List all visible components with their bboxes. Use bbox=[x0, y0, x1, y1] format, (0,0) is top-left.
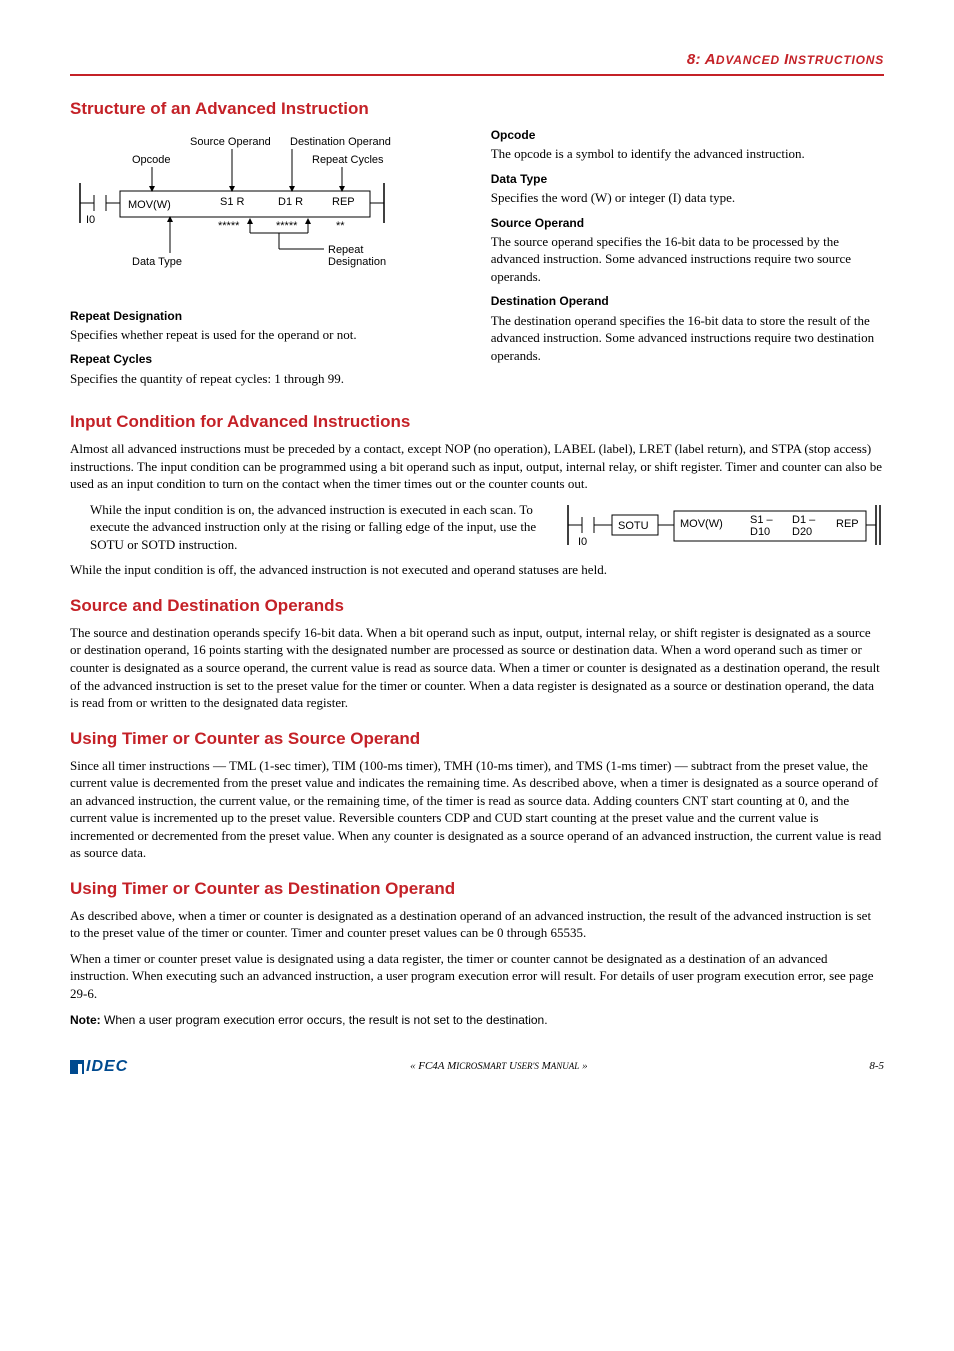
chapter-header: 8: ADVANCED INSTRUCTIONS bbox=[70, 50, 884, 76]
label-repeat-designation1: Repeat bbox=[328, 244, 363, 256]
lad-d20: D20 bbox=[792, 526, 812, 538]
p-input-cond-3: While the input condition is off, the ad… bbox=[70, 561, 884, 579]
section-input-condition: Input Condition for Advanced Instruction… bbox=[70, 411, 884, 434]
footer-manual: « FC4A MICROSMART USER'S MANUAL » bbox=[128, 1059, 869, 1074]
structure-diagram: Source Operand Destination Operand Opcod… bbox=[70, 133, 461, 298]
label-opcode: Opcode bbox=[132, 154, 171, 166]
label-destination-operand: Destination Operand bbox=[290, 136, 391, 148]
idec-text: IDEC bbox=[86, 1056, 128, 1078]
stars-rep: ** bbox=[336, 220, 345, 232]
lad-d1: D1 – bbox=[792, 514, 816, 526]
lad-rep: REP bbox=[836, 518, 859, 530]
section-timer-source: Using Timer or Counter as Source Operand bbox=[70, 728, 884, 751]
lad-i0: I0 bbox=[578, 536, 587, 548]
p-repeat-designation: Specifies whether repeat is used for the… bbox=[70, 326, 461, 344]
h-repeat-designation: Repeat Designation bbox=[70, 308, 461, 324]
h-destination-operand: Destination Operand bbox=[491, 293, 884, 309]
lad-sotu: SOTU bbox=[618, 520, 649, 532]
note-line: Note: When a user program execution erro… bbox=[70, 1011, 884, 1029]
note-text: When a user program execution error occu… bbox=[101, 1013, 548, 1027]
stars-d1: ***** bbox=[276, 220, 298, 232]
chapter-title-rest2: NSTRUCTIONS bbox=[789, 53, 884, 67]
page-footer: IDEC « FC4A MICROSMART USER'S MANUAL » 8… bbox=[70, 1056, 884, 1078]
lad-mov: MOV(W) bbox=[680, 518, 723, 530]
p-timer-dest-1: As described above, when a timer or coun… bbox=[70, 907, 884, 942]
p-timer-source: Since all timer instructions — TML (1-se… bbox=[70, 757, 884, 862]
p-source-dest: The source and destination operands spec… bbox=[70, 624, 884, 712]
idec-icon bbox=[70, 1060, 84, 1074]
p-input-cond-2: While the input condition is on, the adv… bbox=[90, 501, 544, 554]
label-repeat-designation2: Designation bbox=[328, 256, 386, 268]
lad-d10: D10 bbox=[750, 526, 770, 538]
p-destination-operand: The destination operand specifies the 16… bbox=[491, 312, 884, 365]
idec-logo: IDEC bbox=[70, 1056, 128, 1078]
chapter-number: 8: bbox=[687, 51, 701, 68]
p-input-cond-1: Almost all advanced instructions must be… bbox=[70, 440, 884, 493]
label-data-type: Data Type bbox=[132, 256, 182, 268]
ladder-diagram: I0 SOTU MOV(W) S1 – D10 D1 – D20 REP bbox=[564, 501, 884, 558]
note-label: Note: bbox=[70, 1013, 101, 1027]
section-structure: Structure of an Advanced Instruction bbox=[70, 98, 884, 121]
p-repeat-cycles: Specifies the quantity of repeat cycles:… bbox=[70, 370, 461, 388]
label-source-operand: Source Operand bbox=[190, 136, 271, 148]
box-mov: MOV(W) bbox=[128, 199, 171, 211]
footer-page: 8-5 bbox=[869, 1059, 884, 1074]
box-rep: REP bbox=[332, 196, 355, 208]
h-opcode: Opcode bbox=[491, 127, 884, 143]
p-source-operand: The source operand specifies the 16-bit … bbox=[491, 233, 884, 286]
stars-s1: ***** bbox=[218, 220, 240, 232]
label-repeat-cycles: Repeat Cycles bbox=[312, 154, 384, 166]
chapter-title-a: A bbox=[705, 51, 716, 68]
section-source-dest: Source and Destination Operands bbox=[70, 595, 884, 618]
section-timer-dest: Using Timer or Counter as Destination Op… bbox=[70, 878, 884, 901]
h-data-type: Data Type bbox=[491, 171, 884, 187]
p-data-type: Specifies the word (W) or integer (I) da… bbox=[491, 189, 884, 207]
box-d1r: D1 R bbox=[278, 196, 303, 208]
p-timer-dest-2: When a timer or counter preset value is … bbox=[70, 950, 884, 1003]
p-opcode: The opcode is a symbol to identify the a… bbox=[491, 145, 884, 163]
box-s1r: S1 R bbox=[220, 196, 245, 208]
h-source-operand: Source Operand bbox=[491, 215, 884, 231]
h-repeat-cycles: Repeat Cycles bbox=[70, 351, 461, 367]
lad-s1: S1 – bbox=[750, 514, 774, 526]
chapter-title-rest1: DVANCED bbox=[716, 53, 784, 67]
label-i0: I0 bbox=[86, 214, 95, 226]
